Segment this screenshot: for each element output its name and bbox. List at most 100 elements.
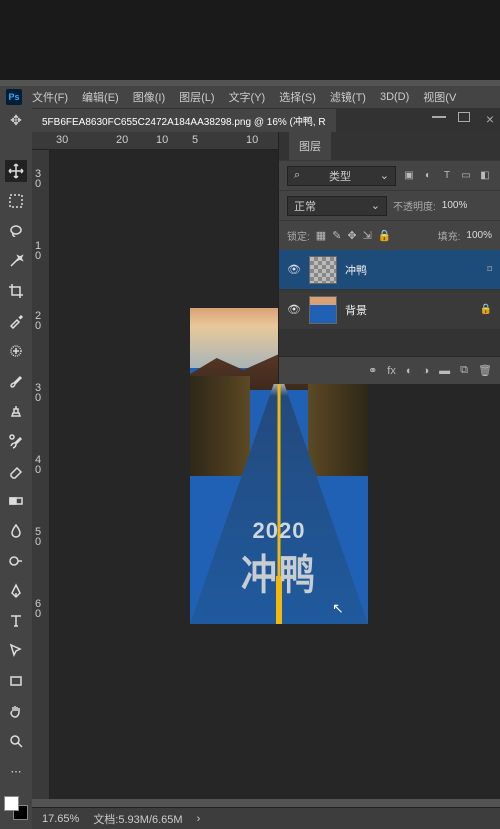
clone-stamp-tool[interactable] [5, 400, 27, 422]
menu-type[interactable]: 文字(Y) [225, 86, 270, 108]
layer-thumbnail[interactable] [309, 256, 337, 284]
adjustment-layer-icon[interactable]: ◑ [423, 365, 430, 377]
document-info[interactable]: 文档:5.93M/6.65M [93, 811, 182, 827]
menu-image[interactable]: 图像(I) [129, 86, 169, 108]
layer-filter-type-select[interactable]: ⌕ 类型 ⌄ [287, 166, 396, 186]
menu-filter[interactable]: 滤镜(T) [326, 86, 370, 108]
edit-toolbar[interactable]: ⋯ [5, 760, 27, 782]
marquee-tool[interactable] [5, 190, 27, 212]
layer-lock-icon[interactable]: 🔒 [480, 304, 492, 315]
chevron-down-icon: ⌄ [371, 199, 380, 212]
photoshop-logo-icon: Ps [6, 89, 22, 105]
layer-visibility-icon[interactable]: 👁 [287, 303, 301, 316]
fill-value[interactable]: 100% [466, 230, 492, 241]
smart-object-icon: ⌑ [487, 264, 492, 275]
move-tool[interactable] [5, 160, 27, 182]
dodge-tool[interactable] [5, 550, 27, 572]
gradient-tool[interactable] [5, 490, 27, 512]
layer-fx-icon[interactable]: fx [387, 365, 396, 377]
status-bar: 17.65% 文档:5.93M/6.65M › [32, 807, 500, 829]
rectangle-tool[interactable] [5, 670, 27, 692]
layer-group-icon[interactable]: ▬ [439, 365, 450, 377]
foreground-color-swatch[interactable] [4, 796, 19, 811]
layer-row[interactable]: 👁 背景 🔒 [279, 290, 500, 330]
filter-pixel-icon[interactable]: ▣ [402, 169, 416, 183]
path-selection-tool[interactable] [5, 640, 27, 662]
lock-artboard-icon[interactable]: ⇲ [363, 229, 372, 242]
layer-filter-row: ⌕ 类型 ⌄ ▣ ◐ T ▭ ◧ [279, 160, 500, 190]
eraser-tool[interactable] [5, 460, 27, 482]
window-restore-button[interactable] [458, 112, 470, 122]
color-swatches[interactable] [4, 796, 28, 820]
menu-bar: Ps 文件(F) 编辑(E) 图像(I) 图层(L) 文字(Y) 选择(S) 滤… [0, 86, 500, 108]
lasso-tool[interactable] [5, 220, 27, 242]
layers-panel-footer: ⚭ fx ◐ ◑ ▬ ⧉ 🗑 [279, 356, 500, 384]
lock-fill-row: 锁定: ▦ ✎ ✥ ⇲ 🔒 填充: 100% [279, 220, 500, 250]
layer-list: 👁 冲鸭 ⌑ 👁 背景 🔒 [279, 250, 500, 356]
window-close-button[interactable]: × [486, 111, 494, 127]
chevron-right-icon[interactable]: › [197, 813, 201, 825]
link-layers-icon[interactable]: ⚭ [368, 364, 377, 377]
lock-pixels-icon[interactable]: ✎ [332, 229, 341, 242]
blend-mode-select[interactable]: 正常 ⌄ [287, 196, 387, 216]
layers-panel: 图层 ⌕ 类型 ⌄ ▣ ◐ T ▭ ◧ 正常 ⌄ 不透明度: 100% 锁定: … [278, 132, 500, 384]
zoom-level[interactable]: 17.65% [42, 813, 79, 825]
search-icon: ⌕ [294, 169, 300, 182]
layer-mask-icon[interactable]: ◐ [406, 365, 413, 377]
layer-row[interactable]: 👁 冲鸭 ⌑ [279, 250, 500, 290]
layer-thumbnail[interactable] [309, 296, 337, 324]
delete-layer-icon[interactable]: 🗑 [478, 364, 492, 377]
tools-panel: ⋯ [0, 132, 32, 829]
type-tool[interactable] [5, 610, 27, 632]
layer-visibility-icon[interactable]: 👁 [287, 263, 301, 276]
layer-list-spacer [279, 330, 500, 356]
artwork-year-text: 2020 [190, 518, 368, 544]
crop-tool[interactable] [5, 280, 27, 302]
layers-panel-tab[interactable]: 图层 [289, 132, 331, 160]
opacity-label: 不透明度: [393, 198, 436, 213]
new-layer-icon[interactable]: ⧉ [460, 364, 468, 377]
move-tool-icon: ✥ [10, 112, 22, 129]
spot-healing-tool[interactable] [5, 340, 27, 362]
fill-label: 填充: [438, 228, 461, 243]
menu-select[interactable]: 选择(S) [275, 86, 320, 108]
artwork-trees-left [190, 376, 250, 476]
filter-type-icon[interactable]: T [440, 169, 454, 183]
layer-filter-icons: ▣ ◐ T ▭ ◧ [402, 169, 492, 183]
blur-tool[interactable] [5, 520, 27, 542]
artwork-trees-right [308, 376, 368, 476]
filter-adjust-icon[interactable]: ◐ [421, 169, 435, 183]
filter-smart-icon[interactable]: ◧ [478, 169, 492, 183]
menu-edit[interactable]: 编辑(E) [78, 86, 123, 108]
lock-buttons: ▦ ✎ ✥ ⇲ 🔒 [316, 229, 392, 242]
history-brush-tool[interactable] [5, 430, 27, 452]
brush-tool[interactable] [5, 370, 27, 392]
menu-layer[interactable]: 图层(L) [175, 86, 218, 108]
blend-opacity-row: 正常 ⌄ 不透明度: 100% [279, 190, 500, 220]
layer-name[interactable]: 冲鸭 [345, 262, 367, 278]
menu-3d[interactable]: 3D(D) [376, 88, 413, 106]
document-tab[interactable]: 5FB6FEA8630FC655C2472A184AA38298.png @ 1… [32, 109, 336, 132]
menu-view[interactable]: 视图(V [419, 86, 460, 108]
magic-wand-tool[interactable] [5, 250, 27, 272]
chevron-down-icon: ⌄ [380, 169, 389, 182]
layer-name[interactable]: 背景 [345, 302, 367, 318]
vertical-ruler[interactable]: 3 0 1 0 2 0 3 0 4 0 5 0 6 0 [32, 150, 50, 799]
lock-transparent-icon[interactable]: ▦ [316, 229, 326, 242]
opacity-value[interactable]: 100% [442, 200, 468, 211]
panel-tab-bar: 图层 [279, 132, 500, 160]
zoom-tool[interactable] [5, 730, 27, 752]
lock-all-icon[interactable]: 🔒 [378, 229, 392, 242]
document-tab-bar: 5FB6FEA8630FC655C2472A184AA38298.png @ 1… [32, 108, 500, 132]
video-black-bar [0, 0, 500, 80]
filter-shape-icon[interactable]: ▭ [459, 169, 473, 183]
menu-file[interactable]: 文件(F) [28, 86, 72, 108]
options-bar-tool-icon: ✥ [0, 108, 32, 132]
lock-position-icon[interactable]: ✥ [347, 229, 356, 242]
eyedropper-tool[interactable] [5, 310, 27, 332]
pen-tool[interactable] [5, 580, 27, 602]
artwork-chinese-text: 冲鸭 [190, 542, 368, 602]
lock-label: 锁定: [287, 228, 310, 243]
hand-tool[interactable] [5, 700, 27, 722]
window-minimize-button[interactable] [432, 116, 446, 118]
